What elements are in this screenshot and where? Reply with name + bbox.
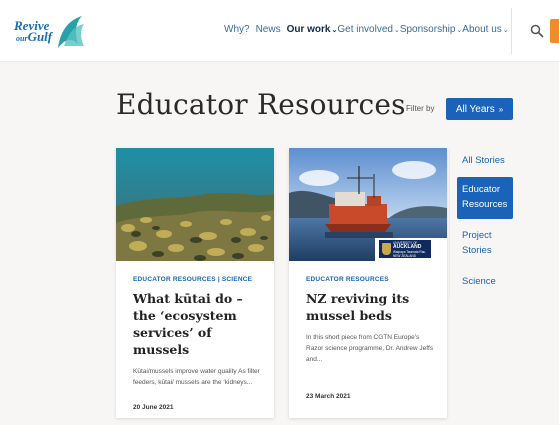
nav-about-us[interactable]: About us ⌄: [462, 24, 508, 35]
card-category[interactable]: EDUCATOR RESOURCES: [306, 276, 389, 283]
page-title: Educator Resources: [116, 88, 406, 121]
sidebar-item-all-stories[interactable]: All Stories: [462, 153, 514, 168]
story-card[interactable]: UNIVERSITY OF AUCKLAND Waipapa Taumata R…: [289, 148, 447, 418]
nav-news[interactable]: News: [256, 24, 281, 35]
site-logo[interactable]: Revive ourGulf: [14, 12, 84, 50]
logo-wordmark: Revive ourGulf: [14, 19, 53, 44]
sidebar-item-science[interactable]: Science: [462, 274, 514, 289]
sidebar-item-educator-resources[interactable]: Educator Resources: [457, 177, 513, 219]
card-image-mussel-bed: [116, 148, 274, 261]
story-card[interactable]: EDUCATOR RESOURCES | SCIENCE What kūtai …: [116, 148, 274, 418]
nav-about-us-label: About us: [462, 24, 502, 35]
card-excerpt: In this short piece from CGTN Europe's R…: [306, 334, 434, 363]
logo-line-2: ourGulf: [14, 29, 53, 44]
badge-line-4: NEW ZEALAND: [393, 254, 417, 258]
filter-label: Filter by: [406, 104, 435, 113]
nav-sponsorship-label: Sponsorship: [399, 24, 456, 35]
nav-why[interactable]: Why?: [224, 24, 250, 35]
nav-sponsorship[interactable]: Sponsorship ⌄: [400, 24, 462, 35]
donate-button[interactable]: [550, 19, 559, 43]
wave-logo-icon: [58, 16, 84, 48]
card-image-boat: UNIVERSITY OF AUCKLAND Waipapa Taumata R…: [289, 148, 447, 261]
sidebar-item-project-stories[interactable]: Project Stories: [462, 228, 514, 258]
card-title[interactable]: NZ reviving its mussel beds: [306, 290, 441, 324]
header-divider: [511, 8, 512, 54]
year-filter-button[interactable]: All Years »: [446, 98, 513, 120]
year-filter-label: All Years: [455, 103, 495, 115]
sidebar-divider: [449, 148, 450, 298]
badge-crest-icon: [382, 243, 391, 255]
main-nav: Why? News Our work ⌄ Get involved ⌄ Sponso…: [224, 24, 509, 35]
card-excerpt: Kūtai/mussels improve water quality As f…: [133, 368, 260, 386]
nav-our-work-label: Our work: [286, 24, 331, 35]
card-date: 23 March 2021: [306, 393, 351, 400]
nav-our-work[interactable]: Our work ⌄: [287, 24, 338, 35]
site-header: Revive ourGulf Why? News Our work ⌄ Get i…: [0, 0, 559, 62]
chevron-down-icon: ⌄: [502, 26, 509, 34]
logo-line-2-text: Gulf: [27, 29, 53, 44]
search-icon[interactable]: [530, 24, 544, 38]
logo-small: our: [16, 34, 28, 43]
university-of-auckland-badge: UNIVERSITY OF AUCKLAND Waipapa Taumata R…: [379, 240, 431, 258]
card-category[interactable]: EDUCATOR RESOURCES | SCIENCE: [133, 276, 252, 283]
card-title[interactable]: What kūtai do – the ‘ecosystem services’…: [133, 290, 268, 358]
nav-news-label: News: [255, 24, 281, 35]
nav-get-involved-label: Get involved: [337, 24, 393, 35]
card-date: 20 June 2021: [133, 404, 174, 411]
underwater-mussels-image: [116, 148, 274, 261]
nav-why-label: Why?: [224, 24, 250, 35]
nav-get-involved[interactable]: Get involved ⌄: [337, 24, 399, 35]
double-chevron-down-icon: »: [498, 104, 504, 114]
